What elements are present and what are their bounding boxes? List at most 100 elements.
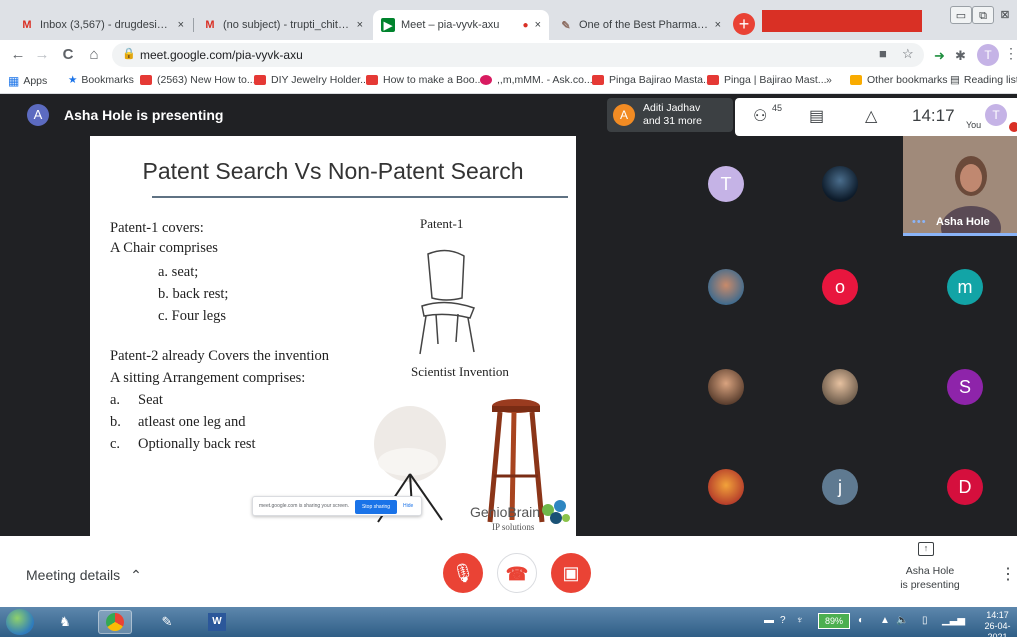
participant-tile[interactable]: m bbox=[937, 267, 993, 307]
participant-tile[interactable]: j bbox=[812, 467, 868, 507]
close-window-button[interactable]: ⊠ bbox=[994, 6, 1016, 24]
taskbar-paint-icon[interactable]: ✎ bbox=[150, 610, 184, 634]
windows-taskbar: ♞ ✎ W ▬ ? ♆ 89% ◐ ▲ 🔈 ▯ ▁▃▅ 14:17 26-04-… bbox=[0, 607, 1017, 637]
forward-icon[interactable]: → bbox=[32, 45, 52, 65]
bookmark-reading-list[interactable]: ▤ Reading list bbox=[950, 74, 1017, 86]
participant-tile[interactable] bbox=[698, 367, 754, 407]
tab-gmail-inbox[interactable]: M Inbox (3,567) - drugdesign2@gm × bbox=[12, 10, 192, 40]
bookmark-label: How to make a Boo... bbox=[383, 74, 484, 86]
participant-photo bbox=[822, 166, 858, 202]
presenting-note-name: Asha Hole bbox=[905, 565, 955, 577]
participant-avatar: o bbox=[822, 269, 858, 305]
extension-icon[interactable]: ➜ bbox=[934, 48, 945, 64]
chair-line: A Chair comprises bbox=[110, 240, 218, 256]
bookmark-apps[interactable]: ▦ Apps bbox=[8, 74, 47, 88]
self-avatar[interactable]: T bbox=[985, 104, 1007, 126]
participant-tile-asha[interactable]: ••• Asha Hole bbox=[903, 136, 1017, 236]
bookmark-youtube-1[interactable]: (2563) New How to... bbox=[140, 74, 256, 86]
participant-tile[interactable]: S bbox=[937, 367, 993, 407]
bookmark-label: ,,m,mMM. - Ask.co... bbox=[497, 74, 593, 86]
participant-tile[interactable] bbox=[698, 267, 754, 307]
tray-device-icon[interactable]: ▯ bbox=[922, 615, 928, 626]
bookmark-youtube-3[interactable]: How to make a Boo... bbox=[366, 74, 483, 86]
star-icon[interactable]: ☆ bbox=[902, 46, 914, 62]
meeting-details-button[interactable]: Meeting details ⌃ bbox=[26, 567, 142, 584]
people-icon[interactable]: ⚇ bbox=[753, 106, 767, 126]
mic-off-icon: 🎙 bbox=[451, 563, 475, 583]
stop-sharing-button[interactable]: Stop sharing bbox=[355, 500, 397, 514]
battery-indicator[interactable]: 89% bbox=[818, 613, 850, 629]
address-bar[interactable]: 🔒 meet.google.com/pia-vyvk-axu ■ ☆ bbox=[112, 43, 924, 67]
bookmark-ask[interactable]: ,,m,mMM. - Ask.co... bbox=[480, 74, 593, 86]
close-tab-icon[interactable]: × bbox=[715, 19, 721, 31]
close-tab-icon[interactable]: × bbox=[357, 19, 363, 31]
close-tab-icon[interactable]: × bbox=[178, 19, 184, 31]
you-label: You bbox=[966, 120, 982, 130]
bookmark-label: Reading list bbox=[963, 74, 1017, 86]
participant-tile[interactable]: o bbox=[812, 267, 868, 307]
chrome-menu-icon[interactable]: ⋮ bbox=[1004, 45, 1017, 62]
tray-signal-icon[interactable]: ▁▃▅ bbox=[942, 615, 965, 626]
bookmark-youtube-5[interactable]: Pinga | Bajirao Mast... bbox=[707, 74, 827, 86]
reload-icon[interactable]: C bbox=[58, 45, 78, 65]
participant-tile[interactable] bbox=[812, 164, 868, 204]
taskbar-app-people-icon[interactable]: ♞ bbox=[48, 610, 82, 634]
tray-help-icon[interactable]: ? bbox=[780, 615, 786, 626]
tab-meet[interactable]: ▶ Meet – pia-vyvk-axu ● × bbox=[373, 10, 549, 40]
participant-tile[interactable] bbox=[812, 367, 868, 407]
word-logo-icon: W bbox=[208, 613, 226, 631]
youtube-icon bbox=[366, 75, 378, 85]
bookmarks-overflow[interactable]: » bbox=[826, 74, 832, 86]
mic-off-button[interactable]: 🎙 bbox=[443, 553, 483, 593]
hide-notice-link[interactable]: Hide bbox=[403, 503, 413, 509]
chair-item: c. Four legs bbox=[158, 308, 227, 324]
tray-printer-icon[interactable]: ▬ bbox=[764, 615, 774, 626]
chair-sketch-image bbox=[419, 249, 475, 355]
meet-clock: 14:17 bbox=[912, 106, 955, 125]
more-options-icon[interactable]: ⋮ bbox=[1000, 564, 1016, 584]
others-chip[interactable]: A Aditi Jadhav and 31 more bbox=[607, 98, 733, 132]
leave-call-button[interactable]: ☎ bbox=[497, 553, 537, 593]
camera-icon[interactable]: ■ bbox=[879, 46, 887, 61]
present-screen-icon[interactable]: ↑ bbox=[918, 542, 934, 556]
recording-dot-icon: ● bbox=[522, 19, 529, 31]
taskbar-word-icon[interactable]: W bbox=[200, 610, 234, 634]
tab-college[interactable]: ✎ One of the Best Pharmacy Colleg × bbox=[551, 10, 729, 40]
activities-icon[interactable]: △ bbox=[865, 106, 877, 126]
chevron-up-icon: ⌃ bbox=[130, 567, 142, 583]
close-tab-icon[interactable]: × bbox=[535, 19, 541, 31]
chrome-logo-icon bbox=[106, 613, 124, 631]
participant-tile[interactable]: T bbox=[698, 164, 754, 204]
participant-avatar: T bbox=[708, 166, 744, 202]
presenting-note: Asha Hole is presenting bbox=[890, 564, 970, 592]
camera-off-button[interactable]: ▣ bbox=[551, 553, 591, 593]
patent1-heading: Patent-1 covers: bbox=[110, 220, 204, 236]
start-button-icon[interactable] bbox=[6, 609, 34, 635]
puzzle-icon[interactable]: ✱ bbox=[955, 48, 966, 64]
tray-volume-icon[interactable]: 🔈 bbox=[896, 615, 908, 626]
bookmark-youtube-2[interactable]: DIY Jewelry Holder... bbox=[254, 74, 369, 86]
tray-toggle-icon[interactable]: ◐ bbox=[858, 615, 864, 626]
bookmark-label: Bookmarks bbox=[81, 74, 134, 86]
tab-gmail-no-subject[interactable]: M (no subject) - trupti_chitre@aiss × bbox=[195, 10, 371, 40]
profile-avatar[interactable]: T bbox=[977, 44, 999, 66]
bookmark-label: DIY Jewelry Holder... bbox=[271, 74, 369, 86]
bookmark-youtube-4[interactable]: Pinga Bajirao Masta... bbox=[592, 74, 712, 86]
bookmark-other[interactable]: Other bookmarks bbox=[850, 74, 948, 86]
home-icon[interactable]: ⌂ bbox=[84, 45, 104, 65]
screen-share-notice: meet.google.com is sharing your screen. … bbox=[252, 496, 422, 516]
taskbar-chrome-icon[interactable] bbox=[98, 610, 132, 634]
tray-expand-icon[interactable]: ▲ bbox=[880, 615, 890, 626]
back-icon[interactable]: ← bbox=[8, 45, 28, 65]
tray-network-icon[interactable]: ♆ bbox=[796, 615, 804, 626]
participant-tile[interactable]: D bbox=[937, 467, 993, 507]
window-titlebar-highlight bbox=[762, 10, 922, 32]
participant-tile[interactable] bbox=[698, 467, 754, 507]
meeting-details-label: Meeting details bbox=[26, 567, 121, 583]
tray-clock[interactable]: 14:17 26-04-2021 bbox=[978, 610, 1017, 637]
new-tab-button[interactable]: + bbox=[733, 13, 755, 35]
bookmark-bookmarks[interactable]: ★ Bookmarks bbox=[68, 74, 134, 86]
minimize-button[interactable]: ▭ bbox=[950, 6, 972, 24]
chat-icon[interactable]: ▤ bbox=[809, 106, 824, 126]
maximize-button[interactable]: ⧉ bbox=[972, 6, 994, 24]
